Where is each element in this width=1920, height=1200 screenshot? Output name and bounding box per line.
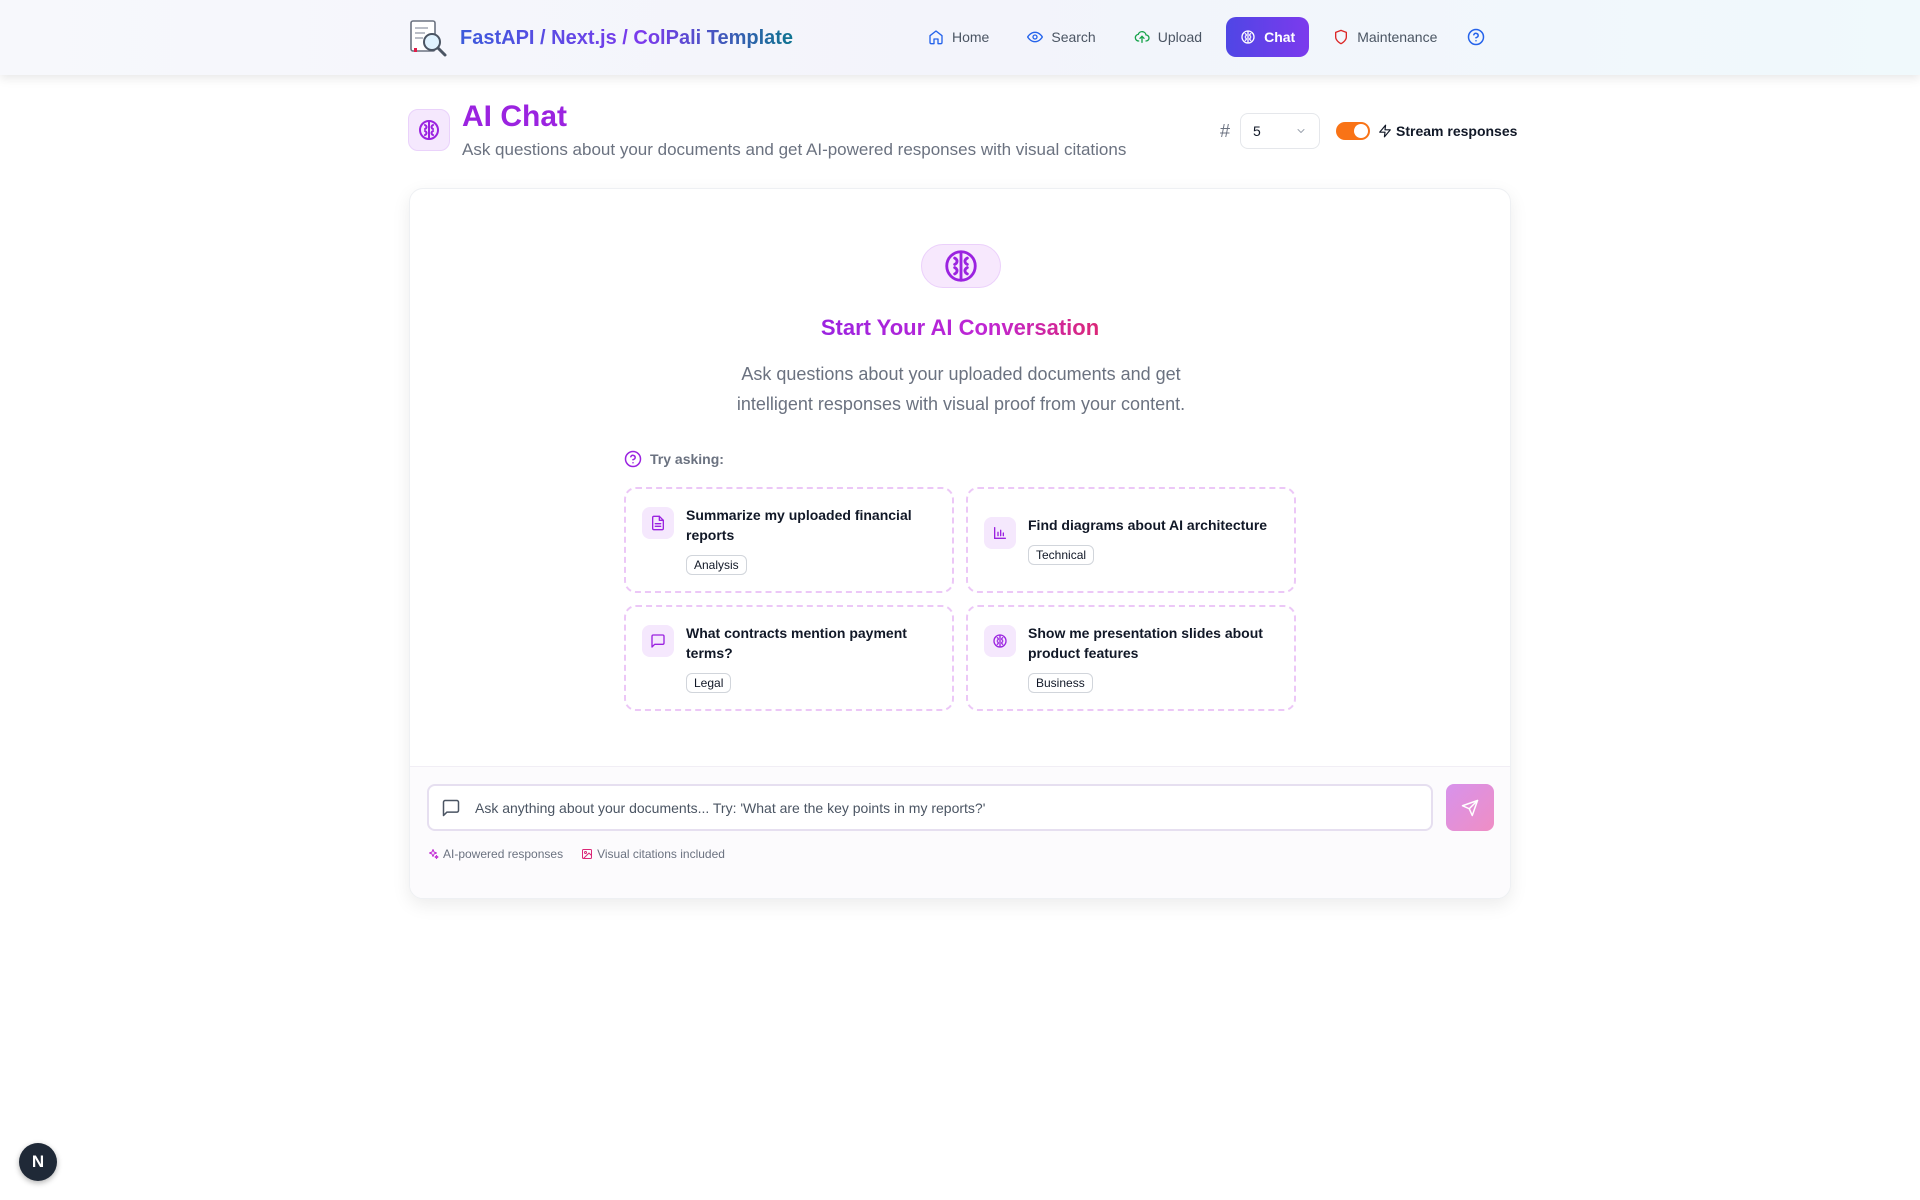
nav-search-label: Search (1051, 29, 1096, 45)
suggestion-tag: Technical (1028, 545, 1095, 565)
main-nav: Home Search Upload Chat Maintenance (914, 17, 1487, 57)
brain-icon (945, 250, 977, 282)
stream-toggle[interactable] (1336, 122, 1371, 140)
page-title-icon (408, 109, 450, 151)
empty-state-title-text: Start Your AI Conversation (820, 315, 1100, 340)
nav-search[interactable]: Search (1013, 17, 1109, 57)
nav-chat-label: Chat (1264, 29, 1296, 45)
bar-chart-icon (994, 527, 1006, 539)
suggestion-text: Summarize my uploaded financial reports (686, 507, 912, 543)
shield-icon (1335, 29, 1348, 45)
nav-chat[interactable]: Chat (1226, 17, 1310, 57)
suggestion-card-presentation[interactable]: Show me presentation slides about produc… (966, 605, 1296, 711)
nav-home-label: Home (952, 29, 990, 45)
brain-icon (419, 120, 439, 140)
brand[interactable]: FastAPI / Next.js / ColPali Template (408, 18, 793, 58)
page-subtitle: Ask questions about your documents and g… (462, 140, 1127, 159)
feature-ai: AI-powered responses (427, 847, 563, 861)
brand-title: FastAPI / Next.js / ColPali Template (460, 26, 794, 49)
brain-icon (993, 634, 1007, 648)
brain-icon (1241, 30, 1255, 44)
suggestion-card-contracts[interactable]: What contracts mention payment terms? Le… (624, 605, 954, 711)
top-k-select[interactable]: 5 (1240, 113, 1321, 149)
chat-card: Start Your AI Conversation Ask questions… (409, 188, 1511, 899)
suggestion-text: Find diagrams about AI architecture (1028, 517, 1268, 533)
help-circle-icon (1468, 28, 1485, 46)
empty-state-title: Start Your AI Conversation (410, 315, 1510, 341)
document-search-logo-icon (408, 18, 448, 58)
file-text-icon (652, 515, 664, 531)
suggestion-card-diagrams[interactable]: Find diagrams about AI architecture Tech… (966, 487, 1296, 593)
cloud-upload-icon (1134, 31, 1150, 43)
sparkles-icon (429, 849, 439, 859)
nav-upload[interactable]: Upload (1120, 17, 1216, 57)
suggestion-card-financial[interactable]: Summarize my uploaded financial reports … (624, 487, 954, 593)
chat-input[interactable] (475, 799, 1375, 816)
stream-label: Stream responses (1378, 123, 1517, 139)
stream-label-text: Stream responses (1396, 123, 1518, 139)
nav-maintenance-label: Maintenance (1357, 29, 1438, 45)
feature-citations: Visual citations included (581, 847, 725, 861)
help-circle-icon (624, 450, 642, 468)
top-nav-bar: FastAPI / Next.js / ColPali Template Hom… (0, 0, 1920, 75)
home-icon (929, 30, 943, 45)
suggestion-tag: Business (1028, 673, 1093, 693)
image-icon (582, 849, 593, 859)
zap-icon (1379, 124, 1391, 138)
suggestion-text: What contracts mention payment terms? (686, 625, 907, 661)
composer-features: AI-powered responses Visual citations in… (427, 847, 743, 861)
feature-ai-label: AI-powered responses (443, 847, 564, 861)
suggestion-icon (984, 517, 1016, 549)
nav-upload-label: Upload (1157, 29, 1203, 45)
suggestion-tag: Legal (686, 673, 732, 693)
nextjs-dev-badge[interactable]: N (19, 1143, 57, 1181)
hero-icon (921, 244, 1001, 288)
composer: AI-powered responses Visual citations in… (410, 766, 1510, 898)
top-k-value: 5 (1253, 123, 1261, 139)
suggestion-icon (642, 625, 674, 657)
nav-maintenance[interactable]: Maintenance (1319, 17, 1451, 57)
suggestion-text: Show me presentation slides about produc… (1028, 625, 1263, 661)
chat-controls: # 5 Stream responses (1220, 113, 1517, 149)
feature-citations-label: Visual citations included (597, 847, 725, 861)
suggestion-icon (984, 625, 1016, 657)
suggestion-icon (642, 507, 674, 539)
message-square-icon (651, 634, 665, 648)
suggestion-tag: Analysis (686, 555, 747, 575)
send-icon (1461, 799, 1479, 816)
hash-icon: # (1220, 120, 1231, 141)
try-asking-label: Try asking: (624, 450, 724, 468)
chat-input-box[interactable] (427, 784, 1433, 831)
chevron-down-icon (1297, 129, 1305, 133)
help-button[interactable] (1465, 26, 1487, 48)
empty-state-description: Ask questions about your uploaded docume… (736, 364, 1186, 414)
nav-home[interactable]: Home (914, 17, 1003, 57)
eye-icon (1027, 31, 1044, 43)
send-button[interactable] (1446, 784, 1494, 831)
try-asking-text: Try asking: (650, 451, 724, 467)
message-square-icon (442, 799, 460, 816)
page-title: AI Chat (462, 100, 567, 133)
